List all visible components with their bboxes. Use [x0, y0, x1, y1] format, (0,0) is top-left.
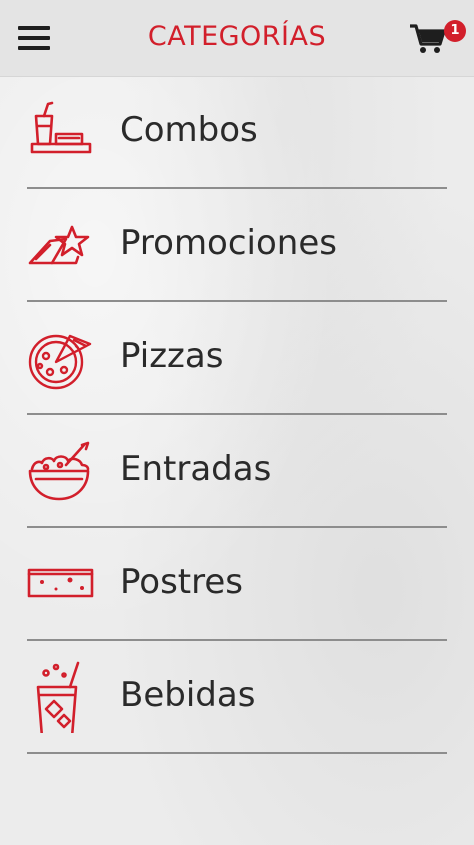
- category-label: Combos: [120, 110, 258, 150]
- bowl-icon: [28, 441, 90, 501]
- pizza-icon: [28, 334, 92, 390]
- cart-count-badge: 1: [444, 20, 466, 42]
- shopping-cart-icon: [410, 24, 446, 53]
- category-item-pizzas[interactable]: Pizzas: [0, 302, 474, 415]
- category-label: Entradas: [120, 449, 272, 489]
- page-title: CATEGORÍAS: [147, 21, 327, 52]
- divider: [27, 752, 447, 754]
- category-label: Promociones: [120, 223, 337, 263]
- category-item-postres[interactable]: Postres: [0, 528, 474, 641]
- drink-glass-icon: [36, 661, 80, 733]
- category-list: Combos Promociones Pizzas Entradas Postr…: [0, 76, 474, 754]
- cart-button[interactable]: 1: [404, 16, 470, 62]
- app-screen: CATEGORÍAS 1 Combos Promociones Pizzas E…: [0, 0, 474, 845]
- category-item-bebidas[interactable]: Bebidas: [0, 641, 474, 754]
- category-item-promociones[interactable]: Promociones: [0, 189, 474, 302]
- category-label: Postres: [120, 562, 244, 602]
- category-item-entradas[interactable]: Entradas: [0, 415, 474, 528]
- top-app-bar: CATEGORÍAS 1: [0, 0, 474, 77]
- dessert-icon: [27, 568, 94, 598]
- combo-tray-icon: [30, 101, 92, 154]
- category-item-combos[interactable]: Combos: [0, 76, 474, 189]
- category-label: Pizzas: [120, 336, 224, 376]
- promo-star-icon: [28, 225, 90, 265]
- category-label: Bebidas: [120, 675, 256, 715]
